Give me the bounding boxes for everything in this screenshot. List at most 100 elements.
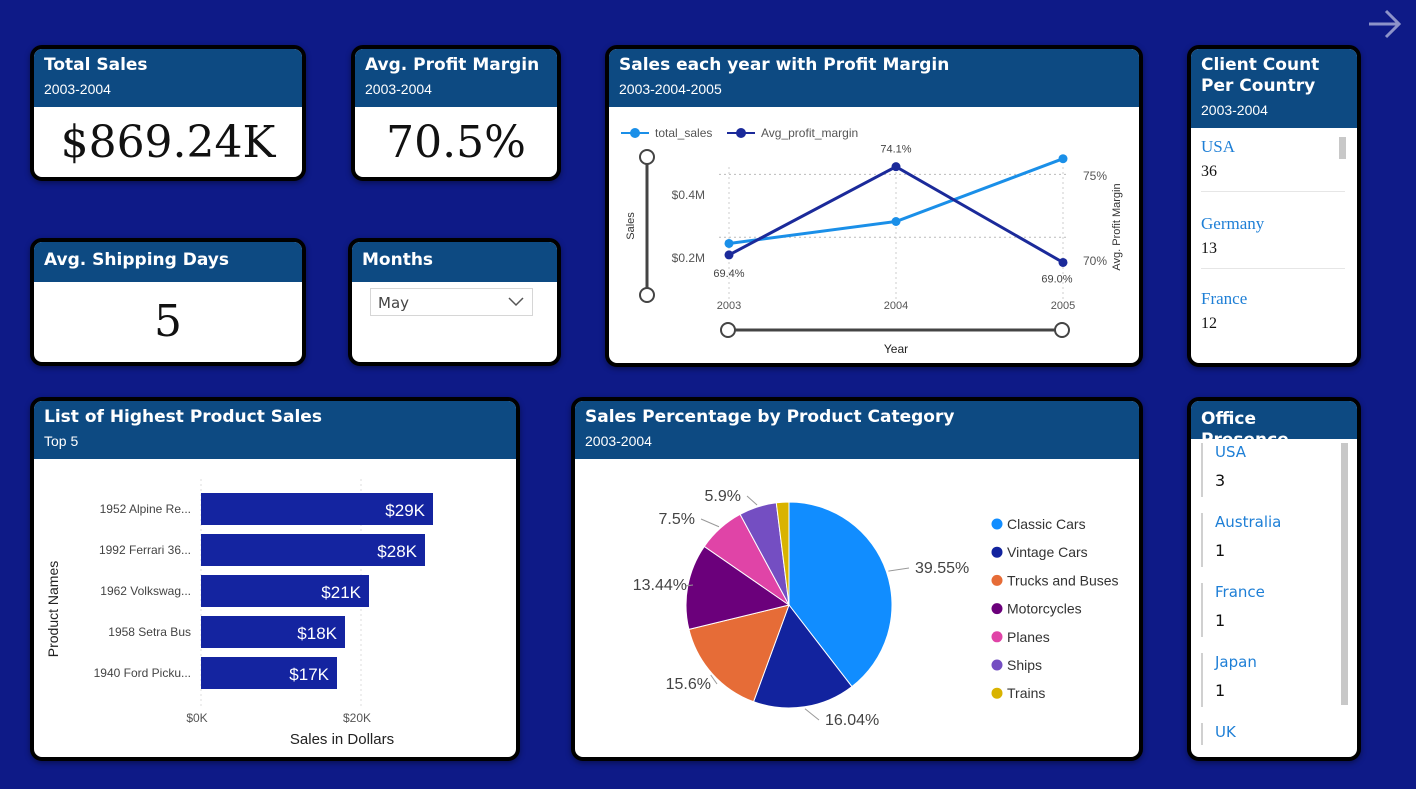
slider-handle-left[interactable] (720, 322, 736, 338)
list-divider (1201, 191, 1345, 192)
leader-line (746, 495, 758, 506)
category-pie-card: Sales Percentage by Product Category 200… (571, 397, 1143, 761)
list-item: Japan 1 (1201, 653, 1281, 707)
card-subtitle: 2003-2004 (585, 433, 652, 449)
chart-legend: total_sales Avg_profit_margin (621, 126, 858, 140)
total-sales-card: Total Sales 2003-2004 $869.24K (30, 45, 306, 181)
card-subtitle: 2003-2004 (44, 81, 111, 97)
leader-line (804, 708, 820, 721)
x-tick-label: $20K (343, 711, 371, 725)
y-tick-label: 1958 Setra Bus (108, 625, 191, 639)
legend-label[interactable]: Planes (1007, 629, 1050, 645)
bar-value-label: $28K (377, 542, 417, 561)
card-title: Months (362, 250, 434, 270)
data-point-total_sales[interactable] (724, 238, 734, 248)
top-products-bar-card: List of Highest Product Sales Top 5 Prod… (30, 397, 520, 761)
bar-value-label: $18K (297, 624, 337, 643)
legend-label-margin: Avg_profit_margin (761, 126, 858, 140)
bar-value-label: $29K (385, 501, 425, 520)
card-title: Sales Percentage by Product Category (585, 407, 955, 427)
x-tick-label: 2005 (1051, 300, 1075, 312)
country-name: France (1201, 289, 1248, 308)
legend-label[interactable]: Trucks and Buses (1007, 572, 1119, 588)
client-count: 12 (1201, 315, 1217, 332)
chevron-down-icon (508, 297, 524, 307)
y-tick-label: 1962 Volkswag... (100, 584, 191, 598)
sales-profit-line-chart: total_sales Avg_profit_margin Sales Avg.… (621, 126, 1123, 356)
months-dropdown-value: May (378, 294, 410, 312)
card-subtitle: 2003-2004 (1201, 102, 1268, 118)
list-scrollbar[interactable] (1339, 137, 1346, 159)
category-pie-chart: 39.55% 16.04% 15.6% 13.44% 7.5% 5.9% Classic … (633, 488, 1119, 729)
card-header: Sales each year with Profit Margin 2003-… (609, 49, 1139, 107)
slider-handle-top[interactable] (639, 149, 655, 165)
slice-label: 5.9% (705, 488, 741, 505)
legend-marker-sales (630, 128, 640, 138)
card-header: List of Highest Product Sales Top 5 (34, 401, 516, 459)
office-count: 1 (1215, 681, 1226, 700)
slice-label: 15.6% (666, 676, 711, 693)
y-tick-label: 1952 Alpine Re... (100, 502, 191, 516)
sales-profit-line-card: Sales each year with Profit Margin 2003-… (605, 45, 1143, 367)
legend-label-sales: total_sales (655, 126, 712, 140)
legend-label[interactable]: Classic Cars (1007, 516, 1086, 532)
x-tick-label: 2003 (717, 300, 741, 312)
office-count: 1 (1215, 541, 1226, 560)
data-label: 74.1% (880, 144, 911, 156)
country-name: USA (1201, 137, 1236, 156)
series-line-total_sales (728, 157, 1064, 245)
office-count: 3 (1215, 471, 1226, 490)
legend-marker (991, 603, 1003, 615)
legend-marker (991, 518, 1003, 530)
y-axis-range-slider[interactable] (639, 149, 655, 303)
data-label: 69.4% (713, 268, 744, 280)
card-header: Office Presence (1191, 401, 1357, 450)
avg-shipping-days-card: Avg. Shipping Days 5 (30, 238, 306, 366)
data-point-Avg_profit_margin[interactable] (891, 162, 901, 172)
card-title: Avg. Profit Margin (365, 55, 540, 75)
y-axis-label: Sales (625, 212, 637, 240)
legend-marker (991, 631, 1003, 643)
slice-label: 7.5% (659, 511, 695, 528)
data-point-total_sales[interactable] (891, 217, 901, 226)
data-point-Avg_profit_margin[interactable] (724, 250, 734, 260)
x-axis-label: Year (884, 342, 908, 356)
leader-line (888, 567, 910, 572)
legend-label[interactable]: Vintage Cars (1007, 544, 1088, 560)
list-item: France 1 (1201, 583, 1281, 637)
legend-marker (991, 574, 1003, 586)
country-name: UK (1215, 723, 1236, 741)
slider-handle-right[interactable] (1054, 322, 1070, 338)
x-tick-label: 2004 (884, 300, 908, 312)
avg-profit-margin-value: 70.5% (386, 117, 526, 168)
legend-marker (991, 546, 1003, 558)
x-tick-label: $0K (186, 711, 207, 725)
list-item: USA 3 (1201, 443, 1281, 497)
y-tick-label: 1940 Ford Picku... (94, 666, 191, 680)
office-count: 1 (1215, 611, 1226, 630)
legend-label[interactable]: Trains (1007, 685, 1045, 701)
card-title: Client Count Per Country (1201, 55, 1320, 96)
card-title: Avg. Shipping Days (44, 250, 229, 270)
bar-value-label: $21K (321, 583, 361, 602)
card-header: Total Sales 2003-2004 (34, 49, 302, 107)
legend-label[interactable]: Ships (1007, 657, 1042, 673)
slider-handle-bottom[interactable] (639, 287, 655, 303)
country-name: Japan (1215, 653, 1257, 671)
x-axis-range-slider[interactable] (720, 322, 1070, 338)
list-item: France 12 (1201, 289, 1345, 333)
bar-value-label: $17K (289, 665, 329, 684)
office-list: USA 3 Australia 1 France 1 Japan 1 UK (1201, 443, 1281, 745)
months-dropdown[interactable]: May (370, 288, 533, 316)
next-page-arrow-icon[interactable] (1366, 6, 1402, 42)
list-scrollbar[interactable] (1341, 443, 1348, 705)
legend-label[interactable]: Motorcycles (1007, 601, 1082, 617)
data-point-Avg_profit_margin[interactable] (1058, 257, 1068, 267)
card-header: Avg. Shipping Days (34, 242, 302, 282)
months-slicer-card: Months May (348, 238, 561, 366)
x-axis-label: Sales in Dollars (290, 731, 394, 748)
data-point-total_sales[interactable] (1058, 154, 1068, 164)
client-count: 36 (1201, 163, 1217, 180)
card-header: Sales Percentage by Product Category 200… (575, 401, 1139, 459)
list-item: USA 36 (1201, 137, 1345, 181)
